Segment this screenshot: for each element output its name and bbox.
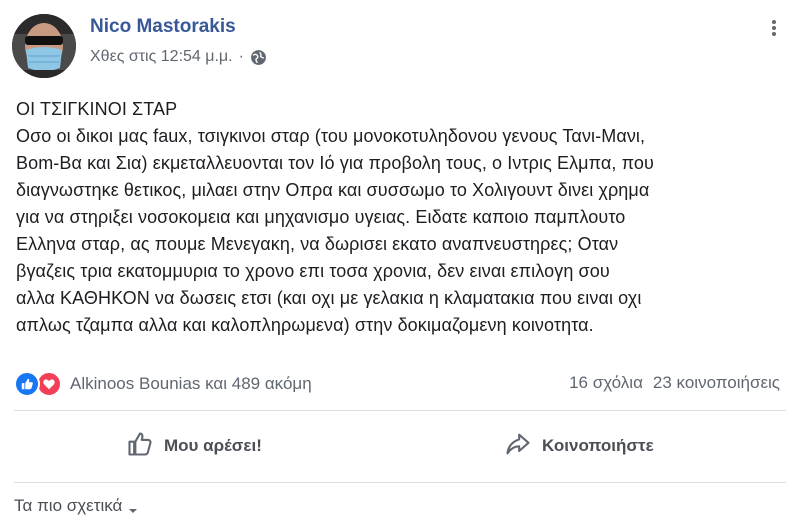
- globe-icon[interactable]: [250, 49, 267, 66]
- comments-count[interactable]: 16 σχόλια: [569, 373, 643, 393]
- chevron-down-icon: [128, 501, 138, 513]
- divider: [14, 410, 786, 411]
- like-icon: [14, 371, 40, 397]
- post-meta: Χθες στις 12:54 μ.μ. ·: [90, 48, 267, 66]
- facebook-post: Nico Mastorakis Χθες στις 12:54 μ.μ. · Ο…: [0, 0, 800, 515]
- post-timestamp[interactable]: Χθες στις 12:54 μ.μ.: [90, 48, 233, 66]
- share-button-label: Κοινοποιήστε: [542, 436, 654, 455]
- share-arrow-icon: [504, 430, 532, 463]
- comment-sort-dropdown[interactable]: Τα πιο σχετικά: [14, 496, 138, 516]
- reaction-names[interactable]: Alkinoos Bounias και 489 ακόμη: [70, 374, 312, 394]
- engagement-counts: 16 σχόλια 23 κοινοποιήσεις: [569, 373, 780, 393]
- meta-separator: ·: [238, 48, 244, 65]
- sort-label: Τα πιο σχετικά: [14, 496, 123, 515]
- like-button[interactable]: Μου αρέσει!: [126, 424, 262, 468]
- shares-count[interactable]: 23 κοινοποιήσεις: [653, 373, 780, 393]
- thumbs-up-icon: [126, 430, 154, 463]
- divider: [14, 482, 786, 483]
- post-text: ΟΙ ΤΣΙΓΚΙΝΟΙ ΣΤΑΡ Οσο οι δικοι μας faux,…: [16, 99, 654, 335]
- reactions-summary[interactable]: Alkinoos Bounias και 489 ακόμη: [14, 371, 312, 397]
- author-name[interactable]: Nico Mastorakis: [90, 16, 236, 38]
- author-avatar[interactable]: [12, 14, 76, 78]
- like-button-label: Μου αρέσει!: [164, 436, 262, 455]
- more-options-icon[interactable]: [764, 18, 784, 38]
- share-button[interactable]: Κοινοποιήστε: [504, 424, 654, 468]
